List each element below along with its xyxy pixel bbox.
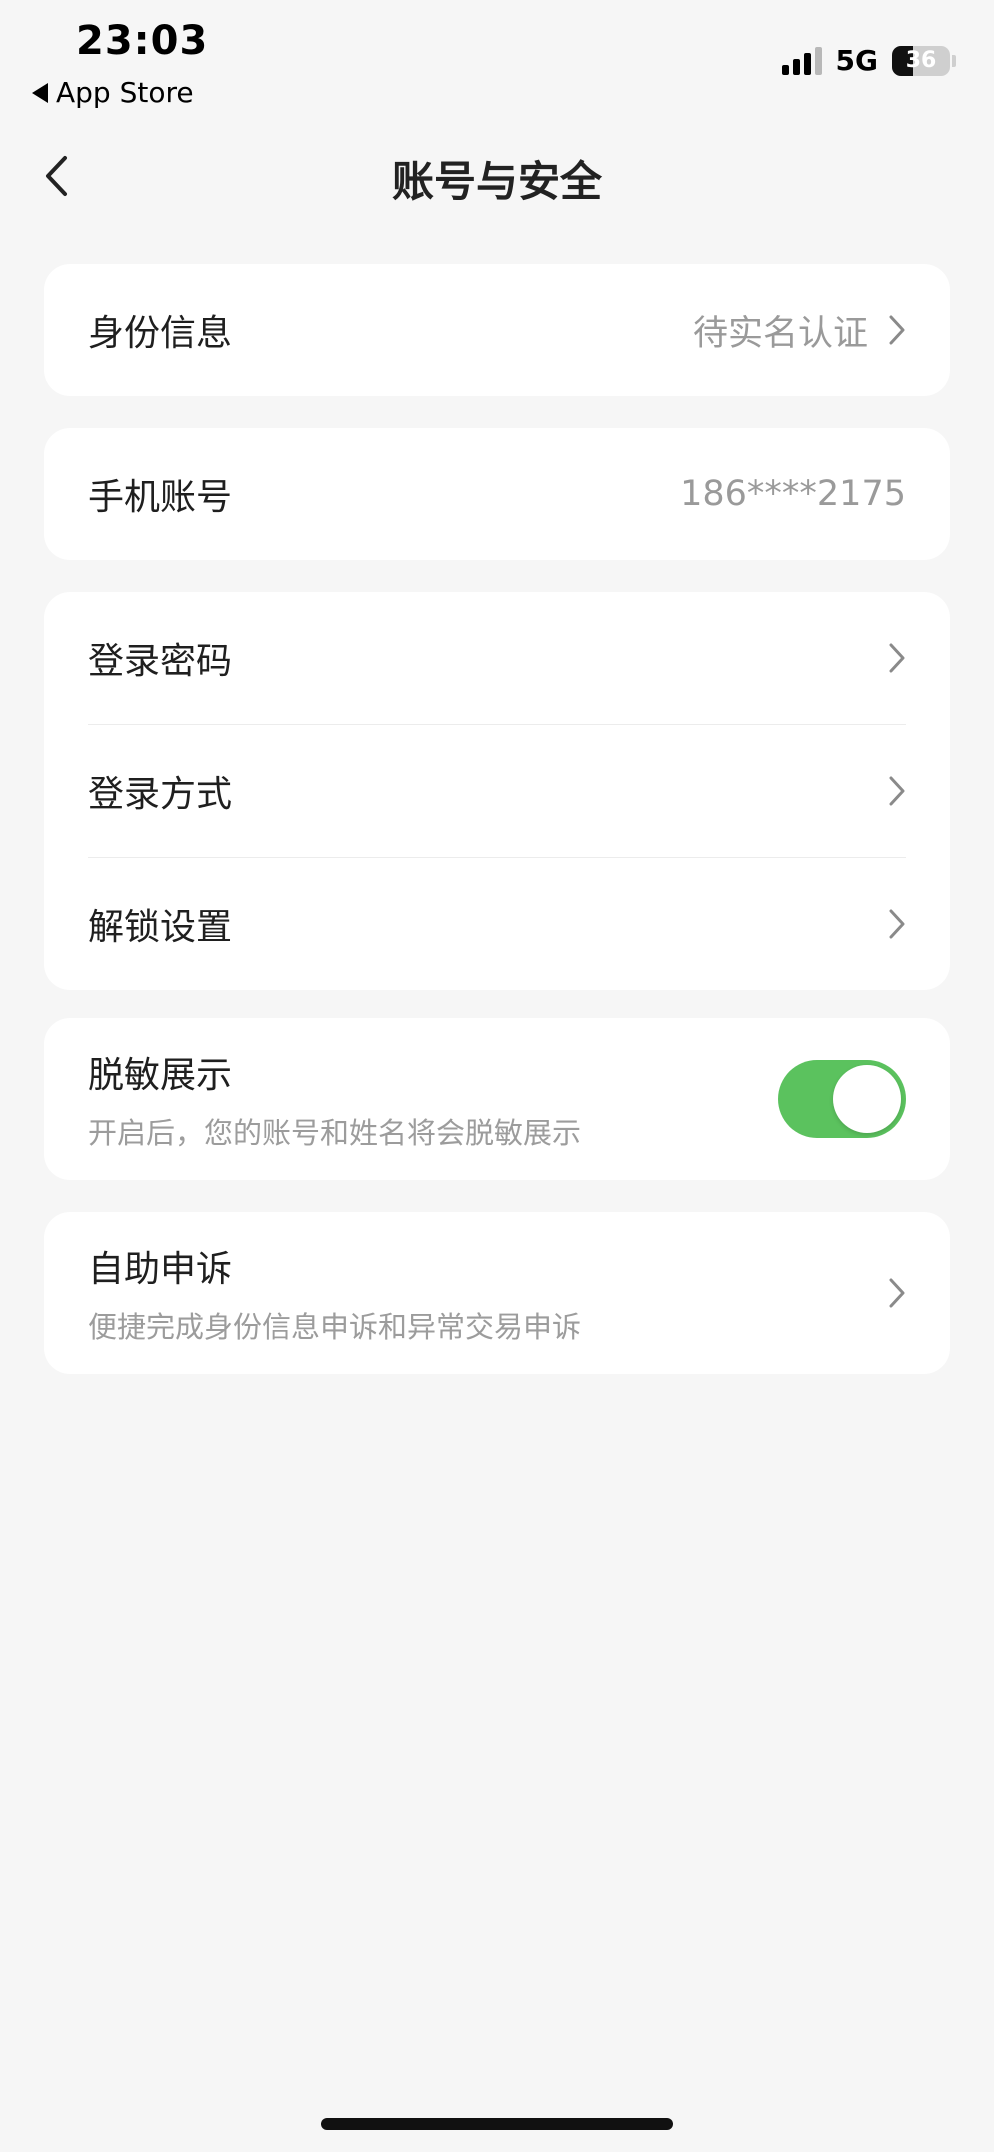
home-indicator[interactable] [321,2118,673,2130]
chevron-right-icon [889,776,905,806]
account-security-screen: 23:03 App Store 5G 36 账号与安全 身份信息 待实名认证 手… [0,0,994,2152]
self-appeal-description: 便捷完成身份信息申诉和异常交易申诉 [88,1310,582,1344]
unlock-settings-label: 解锁设置 [88,907,233,948]
identity-status-value: 待实名认证 [692,313,868,354]
phone-account-row: 手机账号 186****2175 [44,428,950,560]
status-time: 23:03 [76,18,209,64]
phone-card: 手机账号 186****2175 [44,428,950,560]
phone-number-value: 186****2175 [680,474,906,514]
toggle-knob [833,1065,901,1133]
chevron-right-icon [889,909,905,939]
masking-label: 脱敏展示 [88,1055,233,1096]
login-password-label: 登录密码 [88,641,233,682]
network-type: 5G [835,44,878,77]
status-indicators: 5G 36 [781,44,956,77]
masking-row: 脱敏展示 开启后，您的账号和姓名将会脱敏展示 [44,1018,950,1180]
self-appeal-row[interactable]: 自助申诉 便捷完成身份信息申诉和异常交易申诉 [44,1212,950,1374]
battery-percent: 36 [905,48,937,73]
masking-card: 脱敏展示 开启后，您的账号和姓名将会脱敏展示 [44,1018,950,1180]
battery-tip [952,54,956,67]
back-app-label: App Store [56,76,194,109]
back-to-app-link[interactable]: App Store [32,76,194,109]
identity-info-label: 身份信息 [88,313,233,354]
login-password-row[interactable]: 登录密码 [44,592,950,724]
self-appeal-label: 自助申诉 [88,1249,233,1290]
masking-toggle[interactable] [778,1060,906,1138]
identity-info-row[interactable]: 身份信息 待实名认证 [44,264,950,396]
login-method-row[interactable]: 登录方式 [44,725,950,857]
chevron-right-icon [889,643,905,673]
masking-description: 开启后，您的账号和姓名将会脱敏展示 [88,1116,582,1150]
page-title: 账号与安全 [391,157,602,206]
chevron-right-icon [889,315,905,345]
identity-card: 身份信息 待实名认证 [44,264,950,396]
cellular-signal-icon [781,46,822,75]
phone-account-label: 手机账号 [88,477,233,518]
battery-icon: 36 [892,45,950,76]
appeal-card: 自助申诉 便捷完成身份信息申诉和异常交易申诉 [44,1212,950,1374]
unlock-settings-row[interactable]: 解锁设置 [44,858,950,990]
back-triangle-icon [32,82,48,103]
login-method-label: 登录方式 [88,774,233,815]
chevron-right-icon [889,1278,905,1308]
security-settings-card: 登录密码 登录方式 解锁设置 [44,592,950,990]
